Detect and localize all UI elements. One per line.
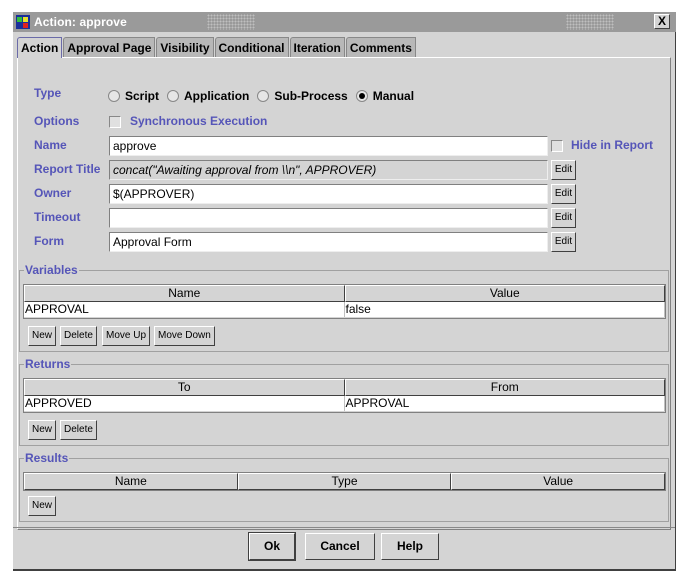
variables-move-down-button[interactable]: Move Down (154, 326, 215, 346)
report-title-label: Report Title (34, 162, 101, 176)
radio-button[interactable] (167, 90, 180, 102)
column-header-name[interactable]: Name (24, 473, 238, 490)
radio-script[interactable]: Script (108, 89, 159, 103)
results-table[interactable]: Name Type Value (23, 472, 666, 491)
radio-label: Sub-Process (274, 89, 348, 103)
tab-approval-page[interactable]: Approval Page (63, 37, 156, 58)
hide-in-report-checkbox[interactable] (551, 140, 563, 152)
tab-action[interactable]: Action (17, 37, 63, 58)
owner-input[interactable]: $(APPROVER) (109, 184, 548, 204)
report-title-edit-button[interactable]: Edit (551, 160, 576, 180)
owner-label: Owner (34, 186, 72, 200)
variables-title: Variables (24, 263, 79, 277)
window-title: Action: approve (34, 15, 127, 29)
synchronous-execution-checkbox[interactable] (109, 116, 121, 128)
variables-move-up-button[interactable]: Move Up (102, 326, 151, 346)
cell-from[interactable]: APPROVAL (345, 396, 665, 411)
report-title-input[interactable]: concat("Awaiting approval from \\n", APP… (109, 160, 548, 180)
tab-conditional[interactable]: Conditional (214, 37, 289, 58)
cancel-button[interactable]: Cancel (305, 533, 375, 560)
returns-delete-button[interactable]: Delete (60, 420, 97, 440)
column-header-from[interactable]: From (344, 379, 665, 396)
table-header: Name Type Value (24, 473, 666, 490)
radio-label: Manual (372, 89, 415, 103)
column-header-type[interactable]: Type (237, 473, 452, 490)
form-input[interactable]: Approval Form (109, 232, 548, 252)
ok-button[interactable]: Ok (248, 532, 296, 561)
radio-button[interactable] (355, 90, 368, 102)
returns-table[interactable]: To From APPROVED APPROVAL (23, 378, 666, 413)
column-header-value[interactable]: Value (451, 473, 666, 490)
column-header-name[interactable]: Name (24, 285, 345, 302)
returns-new-button[interactable]: New (28, 420, 57, 440)
form-label: Form (34, 234, 64, 248)
form-edit-button[interactable]: Edit (551, 232, 576, 252)
variables-group: Variables Name Value APPROVAL false New … (19, 263, 669, 352)
column-header-to[interactable]: To (24, 379, 345, 396)
returns-title: Returns (24, 357, 72, 371)
tab-bar: Action Approval Page Visibility Conditio… (17, 37, 417, 58)
results-new-button[interactable]: New (28, 496, 57, 516)
options-label: Options (34, 114, 80, 128)
app-icon (16, 15, 30, 29)
tab-comments[interactable]: Comments (345, 37, 416, 58)
radio-button[interactable] (108, 90, 120, 102)
variables-delete-button[interactable]: Delete (60, 326, 97, 346)
radio-sub-process[interactable]: Sub-Process (257, 89, 348, 103)
title-bar[interactable]: Action: approve X (13, 12, 676, 32)
returns-group: Returns To From APPROVED APPROVAL New De… (19, 357, 669, 446)
cell-value[interactable]: false (345, 302, 665, 317)
name-label: Name (34, 138, 67, 152)
results-title: Results (24, 451, 70, 465)
name-input[interactable]: approve (109, 136, 548, 156)
table-header: Name Value (24, 285, 665, 302)
tab-visibility[interactable]: Visibility (156, 37, 214, 58)
action-dialog: Action: approve X Action Approval Page V… (13, 12, 676, 571)
table-row[interactable]: APPROVAL false (24, 302, 665, 317)
table-header: To From (24, 379, 665, 396)
close-button[interactable]: X (654, 14, 670, 29)
tab-iteration[interactable]: Iteration (289, 37, 345, 58)
cell-to[interactable]: APPROVED (24, 396, 345, 411)
separator (13, 527, 675, 528)
radio-application[interactable]: Application (167, 89, 249, 103)
hide-in-report-label[interactable]: Hide in Report (571, 138, 653, 152)
timeout-label: Timeout (34, 210, 81, 224)
radio-manual[interactable]: Manual (355, 89, 415, 103)
radio-label: Application (184, 89, 250, 103)
variables-new-button[interactable]: New (28, 326, 57, 346)
radio-label: Script (125, 89, 160, 103)
type-radio-group: Script Application Sub-Process Manual (108, 89, 422, 103)
table-row[interactable]: APPROVED APPROVAL (24, 396, 665, 411)
column-header-value[interactable]: Value (344, 285, 665, 302)
owner-edit-button[interactable]: Edit (551, 184, 576, 204)
timeout-edit-button[interactable]: Edit (551, 208, 576, 228)
radio-button[interactable] (257, 90, 270, 102)
synchronous-execution-label[interactable]: Synchronous Execution (130, 114, 267, 128)
title-texture (566, 14, 614, 30)
cell-name[interactable]: APPROVAL (24, 302, 345, 317)
results-group: Results Name Type Value New (19, 451, 669, 522)
title-texture (207, 14, 255, 30)
variables-table[interactable]: Name Value APPROVAL false (23, 284, 666, 319)
help-button[interactable]: Help (381, 533, 439, 560)
type-label: Type (34, 86, 62, 100)
timeout-input[interactable] (109, 208, 548, 228)
